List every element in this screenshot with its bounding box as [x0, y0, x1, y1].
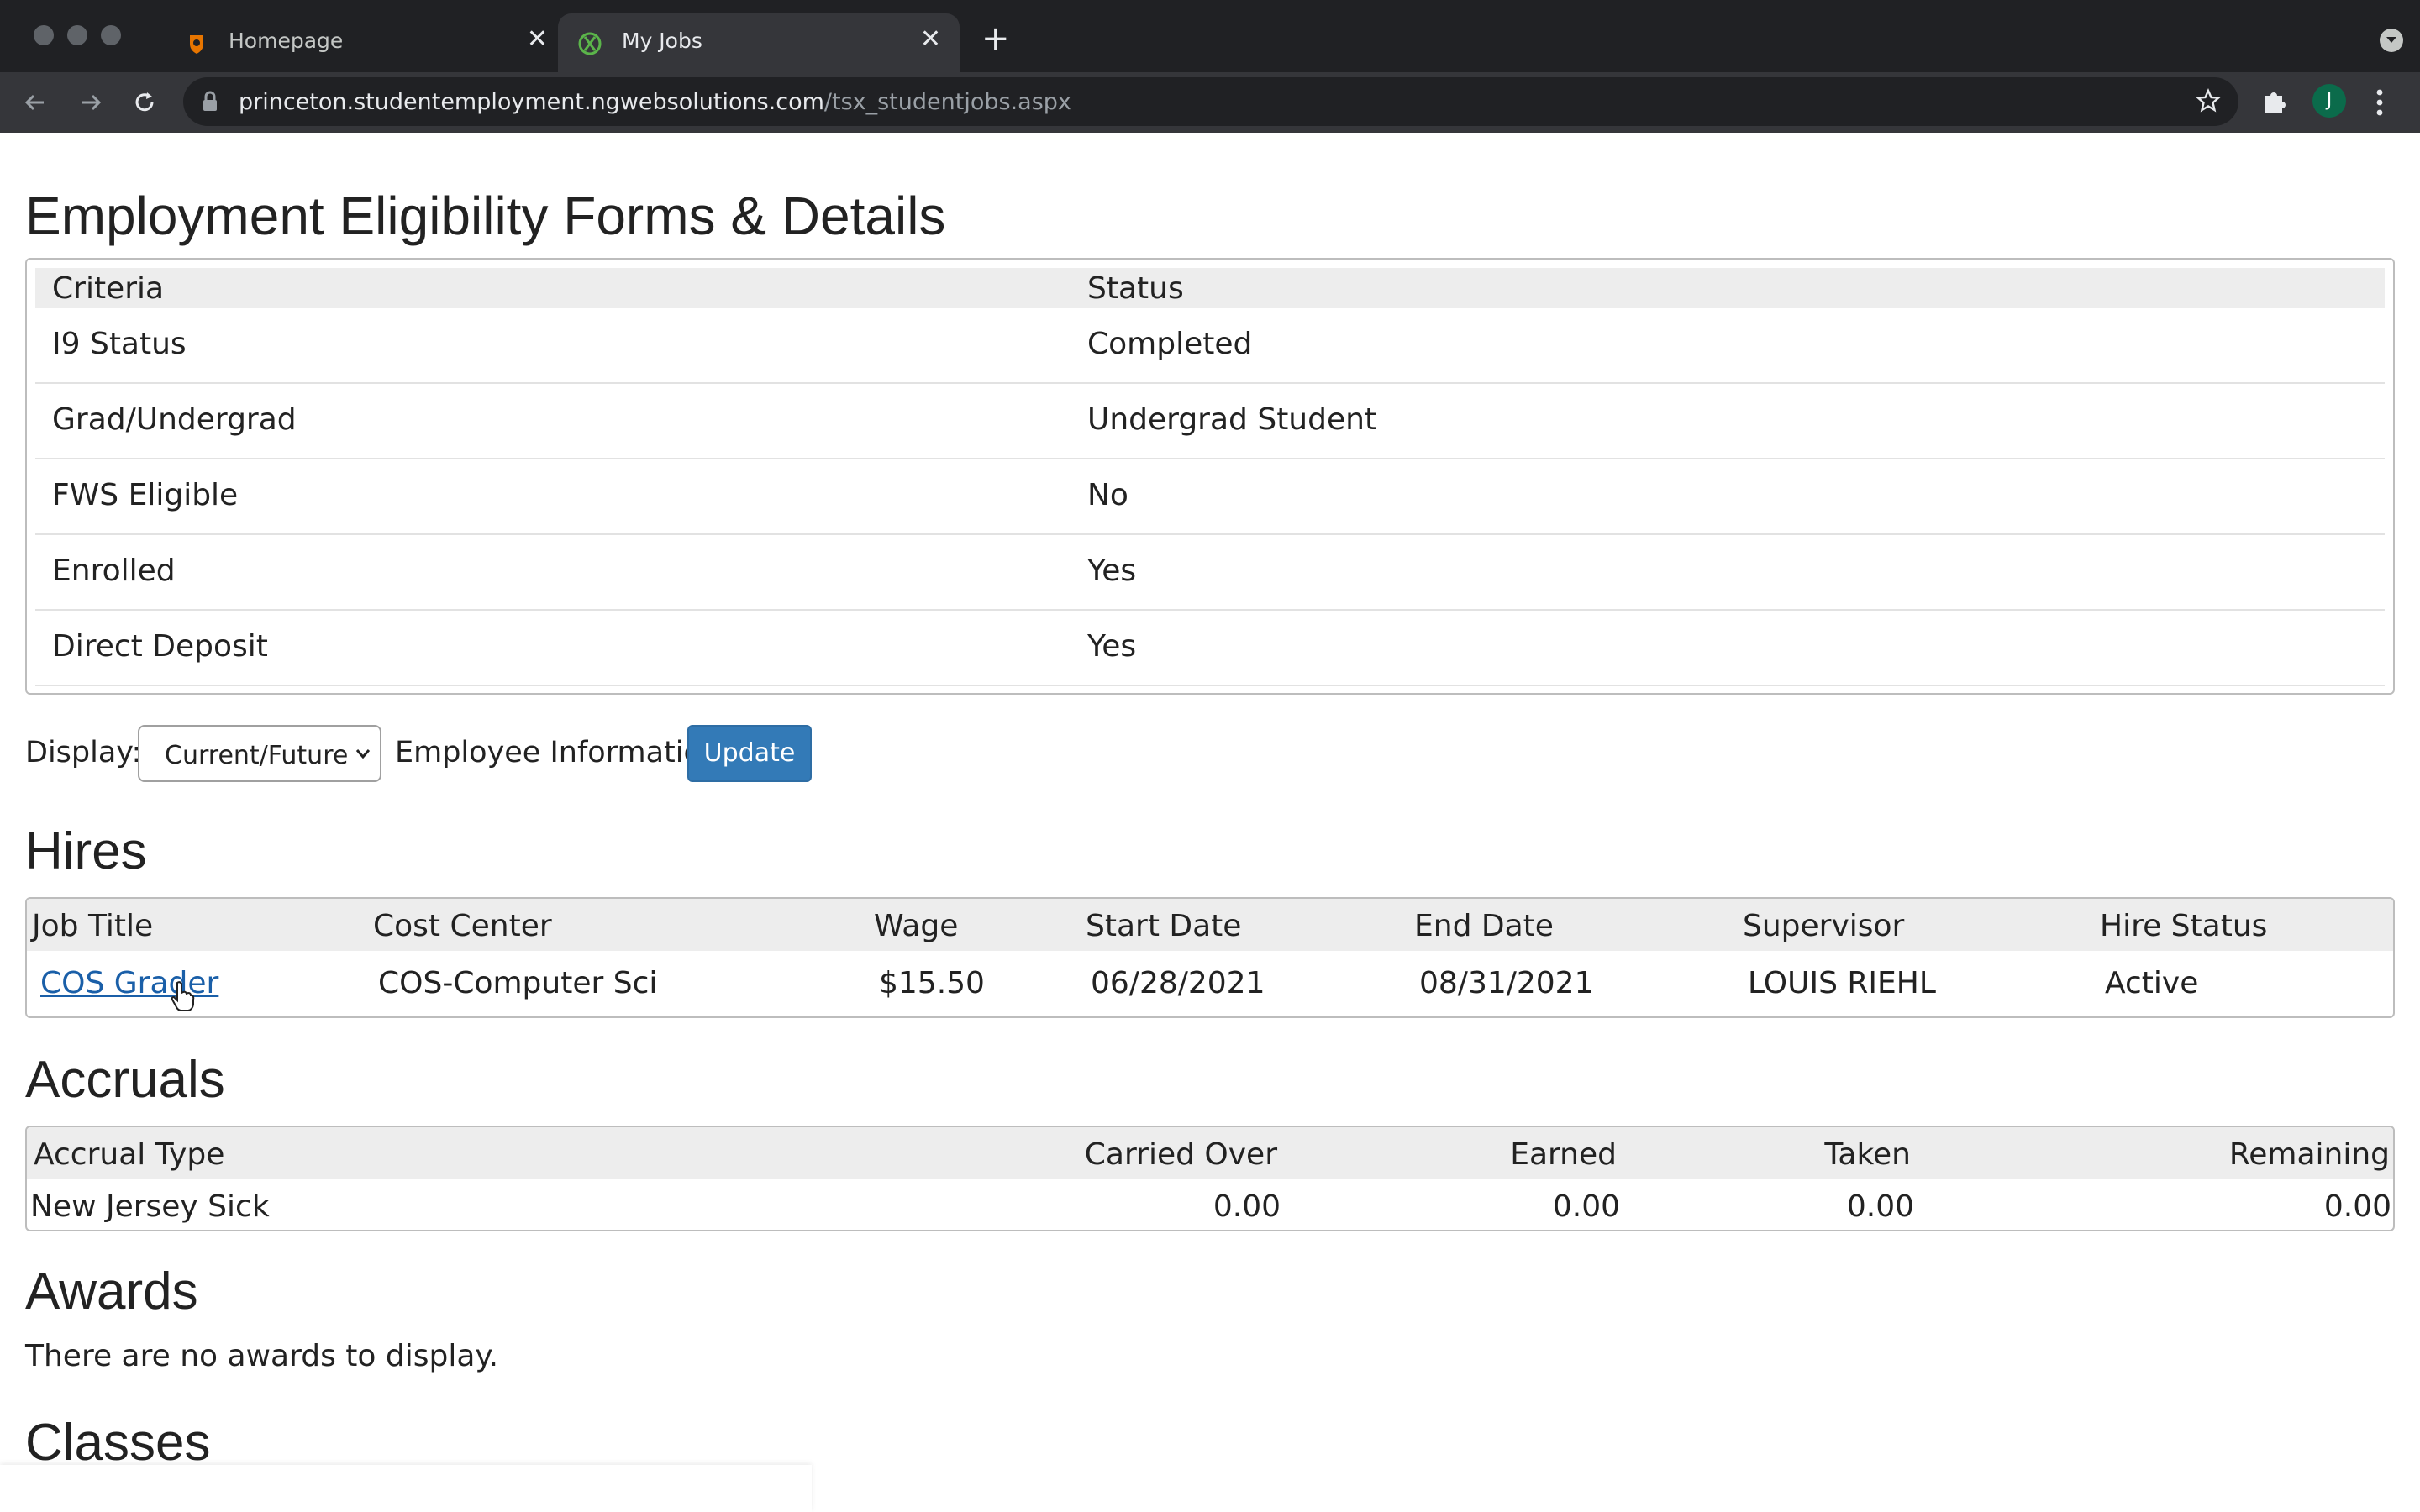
- column-header-accrual-type: Accrual Type: [34, 1137, 225, 1172]
- column-header-supervisor: Supervisor: [1743, 909, 1905, 943]
- status-cell: Undergrad Student: [1087, 402, 1377, 437]
- end-date-cell: 08/31/2021: [1419, 966, 1594, 1000]
- criteria-cell: FWS Eligible: [52, 478, 239, 512]
- display-select-value: Current/Future: [165, 741, 349, 770]
- eligibility-heading: Employment Eligibility Forms & Details: [25, 186, 946, 246]
- browser-tab-bar: Homepage ✕ My Jobs ✕ +: [0, 0, 2420, 72]
- url-text: princeton.studentemployment.ngwebsolutio…: [239, 89, 1071, 115]
- criteria-header: Criteria: [52, 271, 165, 306]
- accruals-table: Accrual Type Carried Over Earned Taken R…: [25, 1126, 2395, 1231]
- eligibility-table: Criteria Status I9 Status Completed Grad…: [25, 258, 2395, 695]
- hire-status-cell: Active: [2105, 966, 2199, 1000]
- carried-over-cell: 0.00: [1213, 1189, 1281, 1224]
- browser-menu-icon[interactable]: [2375, 87, 2385, 118]
- close-tab-icon[interactable]: ✕: [527, 27, 548, 52]
- cost-center-cell: COS-Computer Sci: [378, 966, 658, 1000]
- status-cell: No: [1087, 478, 1128, 512]
- bookmark-star-icon[interactable]: [2195, 87, 2222, 114]
- tab-title: My Jobs: [622, 29, 702, 53]
- hand-cursor-icon: [171, 981, 195, 1011]
- table-row: Direct Deposit Yes: [35, 611, 2385, 686]
- status-header: Status: [1087, 271, 1184, 306]
- criteria-cell: Grad/Undergrad: [52, 402, 297, 437]
- column-header-hire-status: Hire Status: [2100, 909, 2268, 943]
- earned-cell: 0.00: [1552, 1189, 1620, 1224]
- tab-search-icon[interactable]: [2380, 29, 2403, 52]
- status-cell: Yes: [1087, 554, 1137, 588]
- criteria-cell: Enrolled: [52, 554, 176, 588]
- page-content: Employment Eligibility Forms & Details C…: [0, 133, 2420, 1512]
- address-bar[interactable]: princeton.studentemployment.ngwebsolutio…: [183, 77, 2238, 126]
- reload-icon[interactable]: [129, 87, 160, 118]
- status-cell: Completed: [1087, 327, 1253, 361]
- column-header-job-title: Job Title: [32, 909, 154, 943]
- window-zoom-dot[interactable]: [101, 25, 121, 45]
- extensions-puzzle-icon[interactable]: [2260, 87, 2289, 116]
- classes-heading: Classes: [25, 1414, 211, 1472]
- update-button[interactable]: Update: [687, 725, 812, 782]
- employee-information-label: Employee Information: [395, 736, 721, 769]
- column-header-end-date: End Date: [1414, 909, 1554, 943]
- chevron-down-icon: [355, 749, 371, 759]
- back-icon[interactable]: [20, 87, 50, 118]
- start-date-cell: 06/28/2021: [1091, 966, 1265, 1000]
- accrual-type-cell: New Jersey Sick: [30, 1189, 270, 1224]
- accruals-header-row: Accrual Type Carried Over Earned Taken R…: [27, 1127, 2393, 1179]
- lock-icon[interactable]: [202, 91, 218, 113]
- tab-homepage[interactable]: Homepage ✕: [165, 13, 566, 72]
- tab-my-jobs[interactable]: My Jobs ✕: [558, 13, 960, 72]
- forward-icon[interactable]: [76, 87, 106, 118]
- ngweb-x-icon: [578, 32, 602, 55]
- supervisor-cell: LOUIS RIEHL: [1748, 966, 1936, 1000]
- awards-empty-message: There are no awards to display.: [25, 1339, 499, 1373]
- hires-heading: Hires: [25, 822, 147, 880]
- status-cell: Yes: [1087, 629, 1137, 664]
- close-tab-icon[interactable]: ✕: [920, 27, 941, 52]
- column-header-start-date: Start Date: [1086, 909, 1242, 943]
- hires-table: Job Title Cost Center Wage Start Date En…: [25, 897, 2395, 1018]
- awards-heading: Awards: [25, 1263, 198, 1320]
- remaining-cell: 0.00: [2323, 1189, 2391, 1224]
- new-tab-icon[interactable]: +: [981, 22, 1010, 55]
- tab-title: Homepage: [229, 29, 344, 53]
- princeton-shield-icon: [190, 35, 203, 54]
- column-header-carried-over: Carried Over: [1084, 1137, 1277, 1172]
- hires-header-row: Job Title Cost Center Wage Start Date En…: [27, 899, 2393, 951]
- display-label: Display:: [25, 736, 142, 769]
- table-row: I9 Status Completed: [35, 308, 2385, 384]
- column-header-wage: Wage: [874, 909, 959, 943]
- column-header-cost-center: Cost Center: [373, 909, 552, 943]
- wage-cell: $15.50: [879, 966, 985, 1000]
- column-header-taken: Taken: [1824, 1137, 1911, 1172]
- table-row: Grad/Undergrad Undergrad Student: [35, 384, 2385, 459]
- window-close-dot[interactable]: [34, 25, 54, 45]
- browser-toolbar: princeton.studentemployment.ngwebsolutio…: [0, 72, 2420, 133]
- taken-cell: 0.00: [1846, 1189, 1914, 1224]
- column-header-earned: Earned: [1510, 1137, 1617, 1172]
- bottom-overlay-bar: [0, 1465, 812, 1512]
- window-minimize-dot[interactable]: [67, 25, 87, 45]
- eligibility-header-row: Criteria Status: [35, 268, 2385, 308]
- accruals-heading: Accruals: [25, 1051, 225, 1109]
- display-select[interactable]: Current/Future: [138, 725, 381, 782]
- table-row: Enrolled Yes: [35, 535, 2385, 611]
- table-row: FWS Eligible No: [35, 459, 2385, 535]
- criteria-cell: Direct Deposit: [52, 629, 268, 664]
- profile-avatar[interactable]: J: [2312, 84, 2346, 118]
- column-header-remaining: Remaining: [2228, 1137, 2390, 1172]
- criteria-cell: I9 Status: [52, 327, 187, 361]
